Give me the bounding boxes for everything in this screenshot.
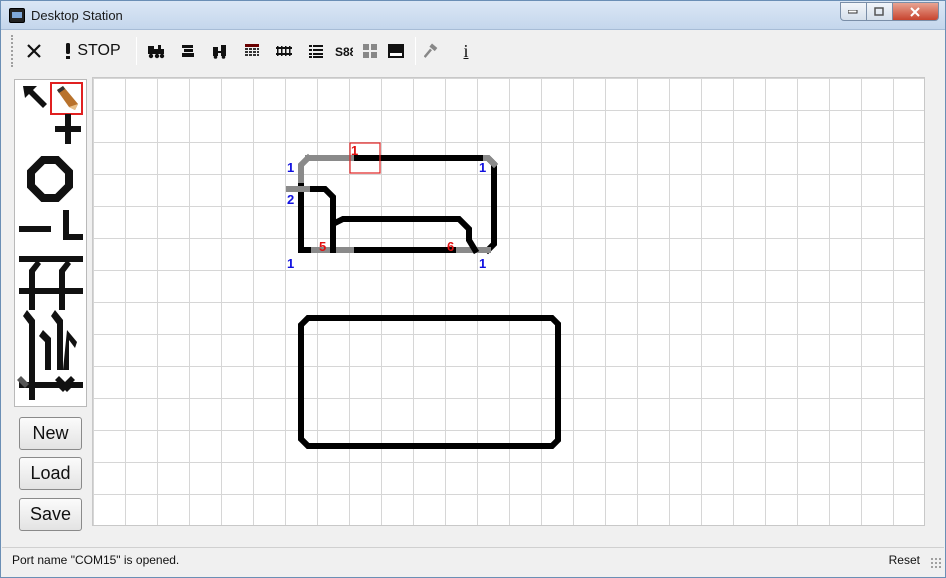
- s88-icon: S88: [335, 45, 353, 59]
- stop-label: STOP: [77, 42, 121, 59]
- status-bar: Port name "COM15" is opened. Reset: [2, 547, 944, 571]
- maximize-icon: [874, 6, 884, 16]
- load-button[interactable]: Load: [19, 457, 82, 490]
- window-controls: [840, 2, 939, 22]
- toolbar-grip[interactable]: [11, 35, 13, 67]
- crossing-icon[interactable]: [17, 370, 83, 400]
- lower-loop-track[interactable]: [298, 315, 561, 449]
- locomotive-icon: [148, 45, 165, 59]
- tiles-icon: [363, 44, 377, 58]
- turnout-track-icon[interactable]: [19, 256, 83, 310]
- new-button[interactable]: New: [19, 417, 82, 450]
- function-button[interactable]: [209, 37, 231, 65]
- list-icon: [309, 45, 323, 58]
- app-icon: [9, 8, 25, 23]
- stop-button[interactable]: STOP: [59, 37, 125, 65]
- maximize-button[interactable]: [867, 2, 893, 21]
- locomotive-button[interactable]: [145, 37, 167, 65]
- reset-button[interactable]: Reset: [889, 553, 920, 567]
- track-label-top-left: 1: [287, 160, 294, 175]
- close-window-button[interactable]: [893, 2, 939, 21]
- cross-track-icon[interactable]: [55, 114, 81, 144]
- straight-track-icon[interactable]: [19, 226, 51, 232]
- info-button[interactable]: i: [455, 37, 477, 65]
- rail-button[interactable]: [273, 37, 295, 65]
- tool-palette: [14, 79, 87, 407]
- s88-grid-button[interactable]: [241, 37, 263, 65]
- stack-icon: [182, 45, 194, 57]
- track-parts-palette: [17, 82, 83, 400]
- grid-icon: [245, 44, 259, 56]
- display-button[interactable]: [385, 37, 407, 65]
- window-title: Desktop Station: [31, 8, 123, 23]
- track-layout: 1 1 1 2 1 1 5 6: [286, 142, 561, 449]
- power-off-button[interactable]: [23, 37, 45, 65]
- svg-text:S88: S88: [335, 45, 353, 59]
- minimize-icon: [848, 9, 858, 13]
- status-message: Port name "COM15" is opened.: [12, 553, 180, 567]
- close-icon: [910, 6, 920, 17]
- train-pair-icon: [213, 45, 226, 59]
- app-window: Desktop Station STOP S8 i New Load Save …: [0, 0, 946, 578]
- toolbar: STOP S8 i: [5, 31, 941, 71]
- s88-button[interactable]: S88: [333, 37, 355, 65]
- pencil-icon[interactable]: [50, 82, 83, 115]
- exclamation-icon: [66, 43, 71, 59]
- list-button[interactable]: [305, 37, 327, 65]
- select-arrow-icon[interactable]: [23, 86, 47, 108]
- monitor-icon: [388, 44, 404, 58]
- track-label-top-right: 1: [479, 160, 486, 175]
- resize-grip[interactable]: [930, 557, 942, 569]
- accessory-button[interactable]: [177, 37, 199, 65]
- rail-icon: [276, 46, 292, 56]
- tiles-button[interactable]: [359, 37, 381, 65]
- tools-button[interactable]: [421, 37, 443, 65]
- toolbar-separator: [136, 37, 137, 65]
- layout-canvas[interactable]: 1 1 1 2 1 1 5 6: [92, 77, 925, 526]
- double-turnout-icon[interactable]: [19, 288, 83, 370]
- hammer-icon: [424, 43, 438, 58]
- title-bar[interactable]: Desktop Station: [1, 1, 945, 30]
- upper-loop-track[interactable]: [286, 153, 499, 255]
- circle-track-icon[interactable]: [27, 156, 73, 202]
- track-label-bottom-left: 1: [287, 256, 294, 271]
- minimize-button[interactable]: [840, 2, 867, 21]
- end-track-icon[interactable]: [63, 210, 83, 240]
- track-label-left: 2: [287, 192, 294, 207]
- switch-label-5: 5: [319, 239, 326, 254]
- save-button[interactable]: Save: [19, 498, 82, 531]
- switch-label-6: 6: [447, 239, 454, 254]
- x-icon: [27, 44, 41, 58]
- track-label-selected: 1: [351, 143, 358, 158]
- track-label-bottom-right: 1: [479, 256, 486, 271]
- toolbar-separator: [415, 37, 416, 65]
